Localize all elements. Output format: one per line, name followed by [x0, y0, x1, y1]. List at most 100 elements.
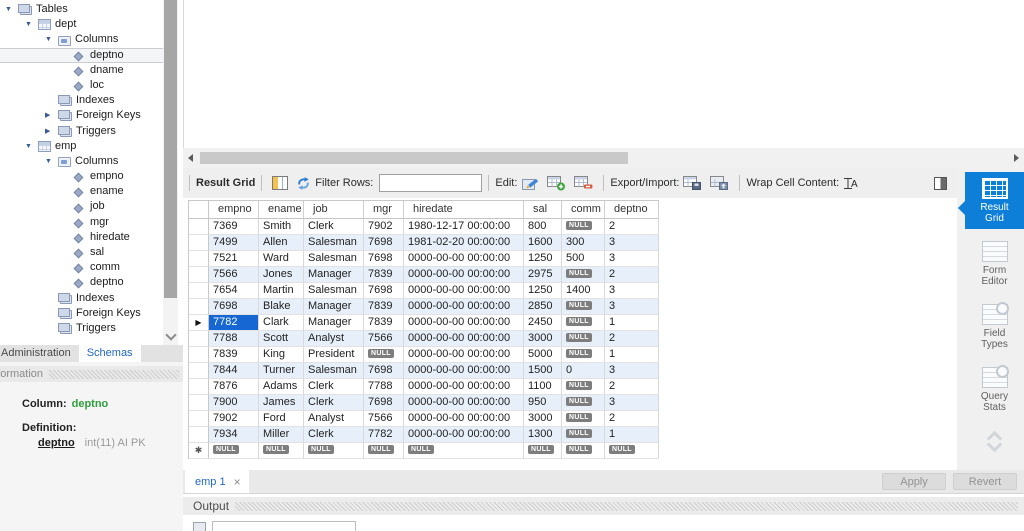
grid-cell[interactable]: 950	[524, 395, 562, 411]
scroll-down-arrow-icon[interactable]	[165, 329, 177, 341]
row-header-cell[interactable]	[189, 427, 209, 443]
grid-cell[interactable]: Smith	[259, 219, 304, 235]
grid-cell[interactable]: NULL	[562, 219, 605, 235]
grid-cell[interactable]: 1100	[524, 379, 562, 395]
grid-cell[interactable]: NULL	[364, 347, 404, 363]
collapse-arrow-icon[interactable]: ▼	[45, 154, 58, 169]
tree-item-job[interactable]: job	[0, 199, 163, 214]
grid-cell[interactable]: Salesman	[304, 251, 364, 267]
tree-item-triggers[interactable]: ▶ Triggers	[0, 124, 163, 139]
grid-cell[interactable]: 300	[562, 235, 605, 251]
grid-cell[interactable]: 0000-00-00 00:00:00	[404, 251, 524, 267]
grid-cell[interactable]: James	[259, 395, 304, 411]
row-header-cell[interactable]	[189, 251, 209, 267]
column-header-empno[interactable]: empno	[209, 201, 259, 219]
grid-cell[interactable]: 7839	[209, 347, 259, 363]
grid-cell[interactable]: 7782	[209, 315, 259, 331]
grid-cell[interactable]: NULL	[562, 299, 605, 315]
grid-cell[interactable]: 7566	[364, 331, 404, 347]
grid-cell[interactable]: 2	[605, 411, 659, 427]
grid-cell[interactable]: 1980-12-17 00:00:00	[404, 219, 524, 235]
grid-cell[interactable]: 2	[605, 219, 659, 235]
tree-item-mgr[interactable]: mgr	[0, 215, 163, 230]
grid-cell[interactable]: 1	[605, 315, 659, 331]
tree-item-dname[interactable]: dname	[0, 63, 163, 78]
grid-cell[interactable]: Manager	[304, 315, 364, 331]
tree-item-indexes[interactable]: Indexes	[0, 93, 163, 108]
grid-cell[interactable]: 1981-02-20 00:00:00	[404, 235, 524, 251]
grid-cell[interactable]: 7900	[209, 395, 259, 411]
row-header-cell[interactable]	[189, 283, 209, 299]
row-header-cell[interactable]	[189, 267, 209, 283]
scrollbar-thumb[interactable]	[164, 0, 177, 298]
row-header-cell[interactable]	[189, 411, 209, 427]
column-header-sal[interactable]: sal	[524, 201, 562, 219]
grid-cell[interactable]: 3	[605, 299, 659, 315]
grid-cell[interactable]: 7934	[209, 427, 259, 443]
current-row-marker[interactable]: ▶	[189, 315, 209, 331]
grid-cell[interactable]: NULL	[562, 267, 605, 283]
grid-cell[interactable]: 0000-00-00 00:00:00	[404, 283, 524, 299]
grid-cell[interactable]: 1250	[524, 251, 562, 267]
grid-cell[interactable]: 7788	[364, 379, 404, 395]
sidebar-item-result-grid[interactable]: Result Grid	[958, 172, 1024, 229]
grid-cell[interactable]: 2	[605, 267, 659, 283]
sidebar-item-form-editor[interactable]: Form Editor	[965, 235, 1024, 292]
grid-cell[interactable]: Scott	[259, 331, 304, 347]
row-header-cell[interactable]	[189, 395, 209, 411]
sidebar-scroll-down-icon[interactable]	[987, 442, 1003, 450]
grid-cell[interactable]: NULL	[364, 443, 404, 459]
refresh-icon[interactable]	[296, 176, 311, 191]
grid-cell[interactable]: 1500	[524, 363, 562, 379]
grid-corner-cell[interactable]	[189, 201, 209, 219]
grid-cell[interactable]: 3000	[524, 411, 562, 427]
grid-cell[interactable]: Allen	[259, 235, 304, 251]
grid-cell[interactable]: 1250	[524, 283, 562, 299]
row-header-cell[interactable]	[189, 379, 209, 395]
grid-cell[interactable]: NULL	[562, 315, 605, 331]
tree-item-columns[interactable]: ▼ Columns	[0, 32, 163, 47]
grid-cell[interactable]: 7839	[364, 267, 404, 283]
grid-cell[interactable]: 0000-00-00 00:00:00	[404, 347, 524, 363]
grid-cell[interactable]: NULL	[404, 443, 524, 459]
wrap-text-icon[interactable]: A	[843, 177, 859, 190]
column-header-mgr[interactable]: mgr	[364, 201, 404, 219]
scrollbar-thumb[interactable]	[200, 152, 628, 164]
grid-cell[interactable]: NULL	[524, 443, 562, 459]
grid-cell[interactable]: Adams	[259, 379, 304, 395]
grid-cell[interactable]: 800	[524, 219, 562, 235]
tree-item-columns[interactable]: ▼ Columns	[0, 154, 163, 169]
grid-cell[interactable]: 0000-00-00 00:00:00	[404, 395, 524, 411]
tree-item-foreign-keys[interactable]: Foreign Keys	[0, 306, 163, 321]
close-tab-icon[interactable]: ×	[234, 475, 241, 489]
grid-cell[interactable]: Manager	[304, 267, 364, 283]
grid-cell[interactable]: 7902	[209, 411, 259, 427]
grid-cell[interactable]: Manager	[304, 299, 364, 315]
column-header-deptno[interactable]: deptno	[605, 201, 659, 219]
expand-arrow-icon[interactable]: ▶	[45, 124, 58, 139]
output-type-icon[interactable]	[193, 522, 206, 531]
grid-cell[interactable]: Salesman	[304, 235, 364, 251]
revert-button[interactable]: Revert	[953, 473, 1017, 490]
tab-administration[interactable]: Administration	[0, 345, 79, 362]
tree-item-ename[interactable]: ename	[0, 184, 163, 199]
grid-cell[interactable]: 0000-00-00 00:00:00	[404, 411, 524, 427]
filter-rows-input[interactable]	[379, 174, 483, 192]
collapse-arrow-icon[interactable]: ▼	[45, 32, 58, 47]
grid-cell[interactable]: 7698	[364, 283, 404, 299]
grid-cell[interactable]: Clerk	[304, 219, 364, 235]
output-selector-dropdown[interactable]	[212, 521, 356, 531]
tree-item-foreign-keys[interactable]: ▶ Foreign Keys	[0, 108, 163, 123]
grid-cell[interactable]: 7566	[364, 411, 404, 427]
grid-cell[interactable]: 7499	[209, 235, 259, 251]
grid-cell[interactable]: 7788	[209, 331, 259, 347]
grid-cell[interactable]: Ward	[259, 251, 304, 267]
panel-toggle-icon[interactable]	[934, 176, 947, 190]
tree-item-deptno[interactable]: deptno	[0, 275, 163, 290]
row-header-cell[interactable]	[189, 347, 209, 363]
grid-cell[interactable]: NULL	[562, 395, 605, 411]
grid-cell[interactable]: 1300	[524, 427, 562, 443]
grid-cell[interactable]: Analyst	[304, 411, 364, 427]
grid-cell[interactable]: 7698	[364, 395, 404, 411]
grid-cell[interactable]: Turner	[259, 363, 304, 379]
